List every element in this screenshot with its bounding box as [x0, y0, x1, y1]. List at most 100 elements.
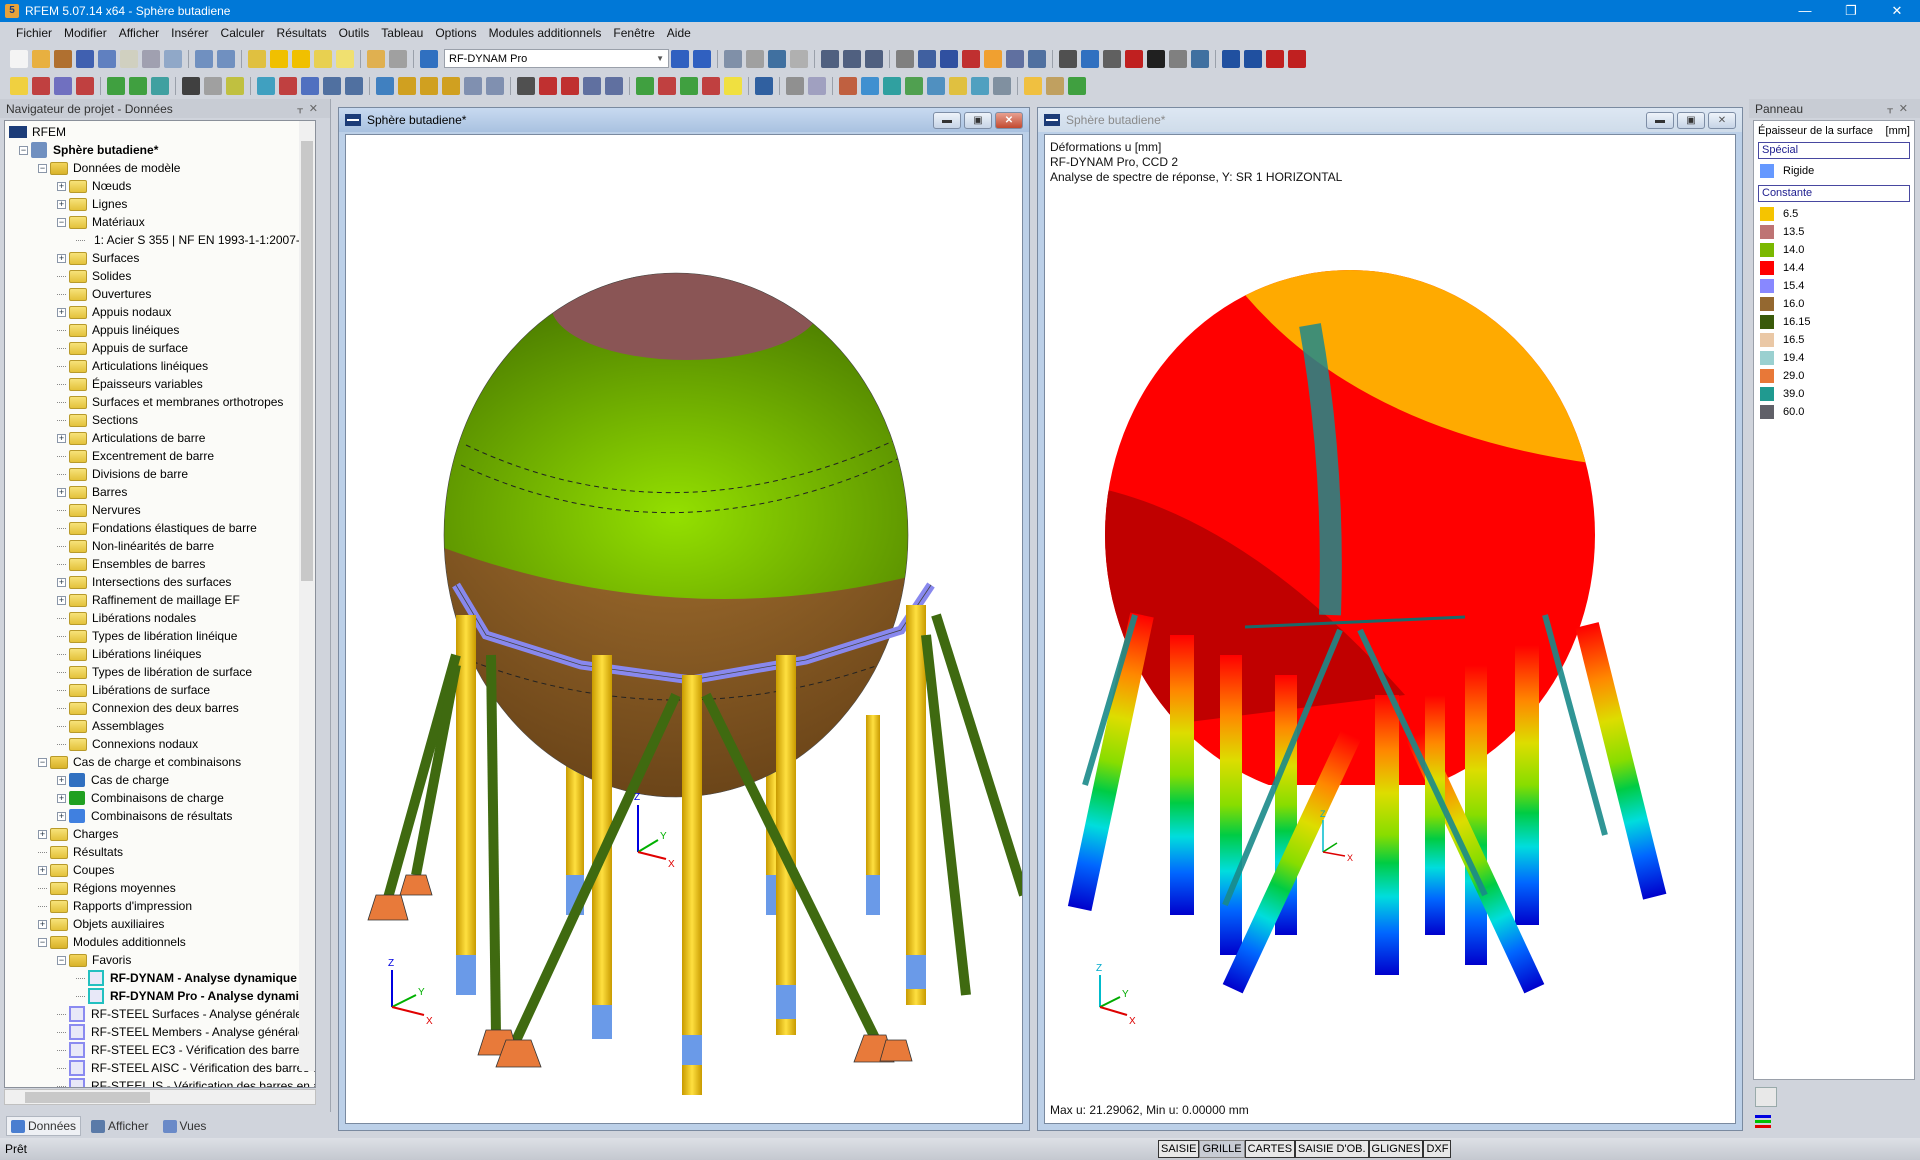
expand-toggle[interactable]: +: [38, 919, 47, 929]
menu-options[interactable]: Options: [435, 26, 476, 40]
axis-z-icon[interactable]: [680, 76, 698, 95]
expand-toggle[interactable]: +: [57, 181, 66, 191]
graph-icon[interactable]: [1028, 49, 1046, 68]
line-icon[interactable]: [32, 76, 50, 95]
color-panel-tab[interactable]: [1755, 1113, 1771, 1129]
expand-toggle[interactable]: +: [57, 253, 66, 263]
values-icon[interactable]: [746, 49, 764, 68]
load-4-icon[interactable]: [464, 76, 482, 95]
menu-fichier[interactable]: Fichier: [16, 26, 52, 40]
close-icon[interactable]: ✕: [309, 103, 324, 115]
tree-item[interactable]: − Matériaux: [7, 213, 299, 231]
tree-item[interactable]: + Nœuds: [7, 177, 299, 195]
surface-icon[interactable]: [151, 76, 169, 95]
export-1-icon[interactable]: [1222, 49, 1240, 68]
menu-resultats[interactable]: Résultats: [277, 26, 327, 40]
deform-icon[interactable]: [821, 49, 839, 68]
expand-toggle[interactable]: +: [38, 865, 47, 875]
close-icon[interactable]: ✕: [1899, 103, 1914, 115]
view-iso-icon[interactable]: [940, 49, 958, 68]
export-4-icon[interactable]: [1288, 49, 1306, 68]
axis-x-icon[interactable]: [636, 76, 654, 95]
render-icon[interactable]: [755, 76, 773, 95]
window-maximize-button[interactable]: ▣: [964, 112, 992, 129]
support-view-icon[interactable]: [905, 76, 923, 95]
collapse-toggle[interactable]: −: [19, 145, 28, 155]
status-toggle-cartes[interactable]: CARTES: [1244, 1140, 1296, 1158]
tree-item[interactable]: RF-STEEL Members - Analyse générale de c: [7, 1023, 315, 1041]
tree-item[interactable]: + Raffinement de maillage EF: [7, 591, 299, 609]
settings-icon[interactable]: [1191, 49, 1209, 68]
tree-item[interactable]: + Lignes: [7, 195, 299, 213]
values-2-icon[interactable]: [790, 49, 808, 68]
show-results-icon[interactable]: [768, 49, 786, 68]
tree-item[interactable]: RF-STEEL Surfaces - Analyse générale des…: [7, 1005, 315, 1023]
tree-root[interactable]: RFEM: [7, 123, 299, 141]
polyline-icon[interactable]: [76, 76, 94, 95]
solid-view-icon[interactable]: [883, 76, 901, 95]
tab-donnees[interactable]: Données: [6, 1116, 82, 1136]
view-cube-icon[interactable]: [605, 76, 623, 95]
tree-project[interactable]: − Sphère butadiene*: [7, 141, 299, 159]
animation-icon[interactable]: [843, 49, 861, 68]
tree-item[interactable]: Libérations de surface: [7, 681, 299, 699]
tree-item[interactable]: + Combinaisons de résultats: [7, 807, 299, 825]
info-icon[interactable]: [1147, 49, 1165, 68]
tree-item[interactable]: Types de libération de surface: [7, 663, 299, 681]
tree-item[interactable]: RF-STEEL IS - Vérification des barres en…: [7, 1077, 315, 1087]
magic-icon[interactable]: [1046, 76, 1064, 95]
contour-icon[interactable]: [861, 76, 879, 95]
tree-item[interactable]: + Cas de charge: [7, 771, 299, 789]
load-icon[interactable]: [398, 76, 416, 95]
results-icon[interactable]: [724, 49, 742, 68]
new-file-icon[interactable]: [10, 49, 28, 68]
tree-item[interactable]: RF-STEEL AISC - Vérification des barres …: [7, 1059, 315, 1077]
tree-item[interactable]: Rapports d'impression: [7, 897, 299, 915]
collapse-toggle[interactable]: −: [57, 955, 66, 965]
tree-item[interactable]: Libérations linéiques: [7, 645, 299, 663]
tree-item[interactable]: Connexion des deux barres: [7, 699, 299, 717]
node-icon[interactable]: [10, 76, 28, 95]
scrollbar-thumb[interactable]: [25, 1092, 150, 1103]
status-toggle-grille[interactable]: GRILLE: [1199, 1140, 1245, 1158]
edit-note-icon[interactable]: [314, 49, 332, 68]
tree-item[interactable]: Surfaces et membranes orthotropes: [7, 393, 299, 411]
restore-button[interactable]: ❐: [1828, 0, 1874, 22]
tree-item[interactable]: Libérations nodales: [7, 609, 299, 627]
copy-box-icon[interactable]: [345, 76, 363, 95]
redo-icon[interactable]: [217, 49, 235, 68]
tree-item[interactable]: + Surfaces: [7, 249, 299, 267]
box-icon[interactable]: [323, 76, 341, 95]
tree-item[interactable]: Solides: [7, 267, 299, 285]
menu-aide[interactable]: Aide: [667, 26, 691, 40]
tree-item[interactable]: Articulations linéiques: [7, 357, 299, 375]
table-view-icon[interactable]: [367, 49, 385, 68]
tree-item[interactable]: Divisions de barre: [7, 465, 299, 483]
find-icon[interactable]: [292, 49, 310, 68]
export-2-icon[interactable]: [1244, 49, 1262, 68]
view-x-icon[interactable]: [962, 49, 980, 68]
expand-toggle[interactable]: +: [57, 199, 66, 209]
tree-item[interactable]: 1: Acier S 355 | NF EN 1993-1-1:2007-05: [7, 231, 313, 249]
find-node-icon[interactable]: [270, 49, 288, 68]
axis-minus-x-icon[interactable]: [702, 76, 720, 95]
load-5-icon[interactable]: [486, 76, 504, 95]
scrollbar-thumb[interactable]: [301, 141, 313, 581]
load-2-icon[interactable]: [420, 76, 438, 95]
table-result-icon[interactable]: [865, 49, 883, 68]
window-close-button[interactable]: ✕: [1708, 112, 1736, 129]
menu-tableau[interactable]: Tableau: [381, 26, 423, 40]
tree-item[interactable]: Assemblages: [7, 717, 299, 735]
tree-item[interactable]: + Combinaisons de charge: [7, 789, 299, 807]
tree-item[interactable]: Connexions nodaux: [7, 735, 299, 753]
table-icon[interactable]: [389, 49, 407, 68]
rectangle-icon[interactable]: [279, 76, 297, 95]
zoom-all-icon[interactable]: [561, 76, 579, 95]
expand-toggle[interactable]: +: [57, 793, 66, 803]
tree-item[interactable]: Nervures: [7, 501, 299, 519]
expand-toggle[interactable]: +: [57, 307, 66, 317]
menu-modules-additionnels[interactable]: Modules additionnels: [489, 26, 602, 40]
collapse-toggle[interactable]: −: [38, 937, 47, 947]
pencil-icon[interactable]: [927, 76, 945, 95]
model-viewport[interactable]: Z Y X Z Y X: [345, 134, 1023, 1124]
